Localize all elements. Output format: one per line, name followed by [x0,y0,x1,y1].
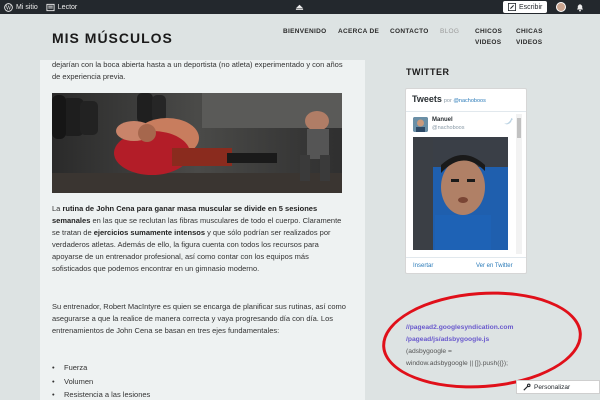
nav-label: VIDEOS [475,39,502,46]
tweet-author-name[interactable]: Manuel [432,117,453,123]
twitter-bird-icon [504,117,513,125]
tweets-heading: Tweets por @nachoboos [412,94,486,104]
page-scrollbar[interactable] [590,28,600,400]
article-paragraph: La rutina de John Cena para ganar masa m… [52,203,347,275]
divider [406,111,526,112]
nav-item-acerca-de[interactable]: ACERCA DE [338,26,379,37]
my-site-label: Mi sitio [16,3,38,11]
scrollbar-thumb[interactable] [517,118,521,138]
write-label: Escribir [519,3,543,11]
tweets-heading-text: Tweets [412,94,442,104]
tweet-photo[interactable] [413,137,508,250]
text-run: La [52,204,63,213]
pencil-icon [508,3,516,11]
tweet-author-avatar[interactable] [413,117,428,132]
nav-label: VIDEOS [516,39,543,46]
write-button[interactable]: Escribir [503,1,548,13]
site-title[interactable]: MIS MÚSCULOS [52,30,173,46]
article-content: dejarían con la boca abierta hasta a un … [40,60,365,400]
training-axes-list: Fuerza Volumen Resistencia a las lesione… [52,361,342,400]
timeline-scrollbar[interactable] [516,114,522,254]
nav-item-chicos-videos[interactable]: CHICOS VIDEOS [475,26,502,48]
wordpress-menu[interactable]: W Mi sitio [0,0,42,14]
view-on-twitter-link[interactable]: Ver en Twitter [476,263,513,269]
nav-label: BIENVENIDO [283,28,327,35]
reader-label: Lector [57,3,78,11]
tweets-by-text: por [443,98,452,104]
embed-link[interactable]: Insertar [413,263,433,269]
tweets-by-handle-link[interactable]: @nachoboos [453,98,486,104]
svg-text:W: W [6,5,12,11]
nav-item-contacto[interactable]: CONTACTO [390,26,429,37]
nav-item-blog[interactable]: BLOG [440,26,459,37]
article-hero-image [52,93,342,193]
list-item: Resistencia a las lesiones [52,388,342,400]
twitter-widget-title: TWITTER [406,67,450,77]
bold-text-run: ejercicios sumamente intensos [93,228,205,237]
user-avatar[interactable] [556,2,566,12]
nav-label: BLOG [440,28,460,35]
article-paragraph: Su entrenador, Robert MacIntyre es quien… [52,302,346,335]
nav-item-chicas-videos[interactable]: CHICAS VIDEOS [516,26,543,48]
customize-label: Personalizar [534,383,571,391]
list-item: Volumen [52,375,342,389]
tweet-author-handle[interactable]: @nachoboos [432,125,465,131]
notifications-bell-icon[interactable] [575,2,585,12]
customize-button[interactable]: Personalizar [516,380,600,394]
reader-menu[interactable]: Lector [42,0,81,14]
reader-icon [46,3,55,11]
notification-center-icon[interactable] [295,2,304,11]
article-paragraph: dejarían con la boca abierta hasta a un … [52,60,343,81]
list-item: Fuerza [52,361,342,375]
nav-label: ACERCA DE [338,28,380,35]
nav-label: CHICAS [516,28,543,35]
nav-label: CHICOS [475,28,503,35]
site-header: MIS MÚSCULOS BIENVENIDO ACERCA DE CONTAC… [0,14,600,60]
twitter-widget-footer: Insertar Ver en Twitter [406,257,526,273]
wrench-icon [523,383,531,391]
nav-label: CONTACTO [390,28,429,35]
wordpress-icon: W [4,2,13,12]
admin-bar: W Mi sitio Lector Escribir [0,0,600,14]
twitter-timeline-widget: Tweetspor @nachoboos Manuel @nachoboos [405,88,527,274]
nav-item-bienvenido[interactable]: BIENVENIDO [283,26,326,37]
